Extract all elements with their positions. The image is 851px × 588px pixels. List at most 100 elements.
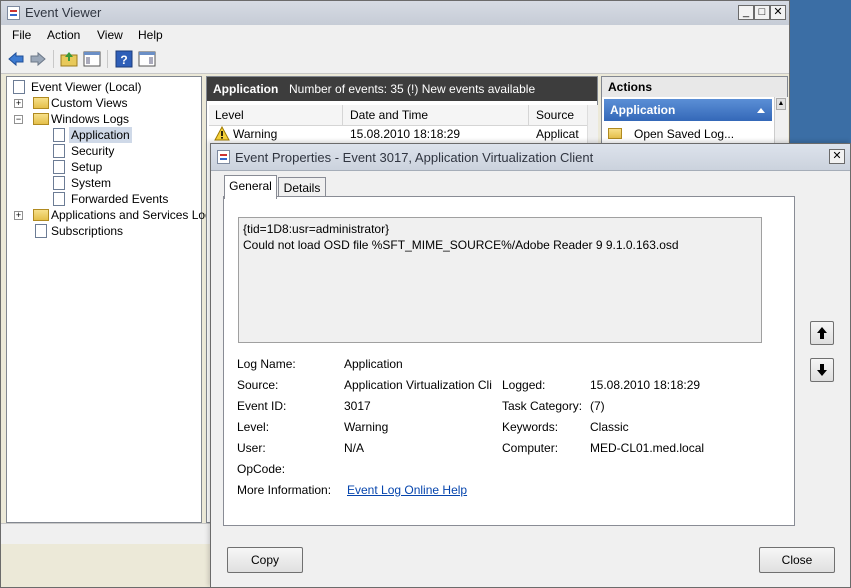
title-bar[interactable]: Event Viewer _ □ ✕ bbox=[1, 1, 789, 26]
toolbar-separator bbox=[107, 50, 108, 68]
tab-general[interactable]: General bbox=[224, 175, 277, 199]
toolbar-separator bbox=[53, 50, 54, 68]
task-category-value: (7) bbox=[590, 399, 605, 413]
user-value: N/A bbox=[344, 441, 365, 455]
tree-item-label: System bbox=[71, 176, 112, 190]
table-row[interactable]: Warning 15.08.2010 18:18:29 Applicat bbox=[209, 125, 587, 143]
column-header-date[interactable]: Date and Time bbox=[344, 105, 529, 125]
menu-view[interactable]: View bbox=[97, 28, 123, 42]
collapse-icon[interactable]: − bbox=[14, 115, 23, 124]
log-name-value: Application bbox=[344, 357, 403, 371]
keywords-value: Classic bbox=[590, 420, 629, 434]
tree-item-custom-views[interactable]: + Custom Views bbox=[11, 95, 191, 111]
folder-icon bbox=[33, 97, 49, 109]
open-folder-icon bbox=[608, 128, 622, 139]
tree-item-label: Subscriptions bbox=[51, 224, 124, 238]
column-headers: Level Date and Time Source bbox=[209, 105, 587, 126]
close-window-button[interactable]: ✕ bbox=[770, 5, 786, 20]
next-event-button[interactable] bbox=[810, 358, 834, 382]
warning-icon bbox=[214, 126, 230, 141]
row-source: Applicat bbox=[536, 127, 579, 141]
tree-item-label: Application bbox=[69, 127, 132, 143]
log-icon bbox=[53, 144, 65, 158]
actions-section-application[interactable]: Application bbox=[604, 99, 772, 121]
actions-header: Actions bbox=[602, 77, 787, 97]
subscriptions-icon bbox=[35, 224, 47, 238]
event-id-label: Event ID: bbox=[237, 399, 287, 413]
description-line-1: {tid=1D8:usr=administrator} bbox=[243, 222, 390, 236]
opcode-label: OpCode: bbox=[237, 462, 286, 476]
expand-icon[interactable]: + bbox=[14, 99, 23, 108]
maximize-button[interactable]: □ bbox=[754, 5, 770, 20]
help-icon[interactable]: ? bbox=[115, 50, 133, 68]
log-icon bbox=[53, 192, 65, 206]
source-label: Source: bbox=[237, 378, 279, 392]
back-arrow-icon[interactable] bbox=[7, 50, 25, 68]
menu-action[interactable]: Action bbox=[47, 28, 80, 42]
previous-event-button[interactable] bbox=[810, 321, 834, 345]
window-title: Event Viewer bbox=[25, 5, 102, 20]
menu-file[interactable]: File bbox=[12, 28, 31, 42]
actions-title: Actions bbox=[608, 80, 653, 94]
folder-icon bbox=[33, 209, 49, 221]
app-icon bbox=[7, 6, 20, 20]
tree-item-label: Forwarded Events bbox=[71, 192, 169, 206]
event-description[interactable]: {tid=1D8:usr=administrator} Could not lo… bbox=[238, 217, 762, 343]
user-label: User: bbox=[237, 441, 266, 455]
show-hide-tree-icon[interactable] bbox=[83, 50, 101, 68]
svg-text:?: ? bbox=[120, 53, 127, 67]
expand-icon[interactable]: + bbox=[14, 211, 23, 220]
level-value: Warning bbox=[344, 420, 389, 434]
arrow-down-icon bbox=[817, 364, 827, 376]
menu-help[interactable]: Help bbox=[138, 28, 163, 42]
tree-item-label: Event Viewer (Local) bbox=[31, 80, 142, 94]
tree-item-label: Security bbox=[71, 144, 115, 158]
log-name-label: Log Name: bbox=[237, 357, 296, 371]
menu-bar: File Action View Help bbox=[1, 25, 789, 45]
source-value: Application Virtualization Cli bbox=[344, 378, 492, 392]
console-tree: Event Viewer (Local) + Custom Views − Wi… bbox=[6, 76, 218, 523]
event-count-info: Number of events: 35 (!) New events avai… bbox=[289, 82, 536, 96]
tree-item-label: Custom Views bbox=[51, 96, 128, 110]
up-folder-icon[interactable] bbox=[60, 50, 78, 68]
column-header-level[interactable]: Level bbox=[209, 105, 343, 125]
dialog-title: Event Properties - Event 3017, Applicati… bbox=[235, 150, 594, 165]
toolbar: ? bbox=[1, 45, 789, 74]
general-tab-panel: {tid=1D8:usr=administrator} Could not lo… bbox=[223, 196, 795, 526]
vertical-scrollbar[interactable] bbox=[587, 105, 598, 145]
forward-arrow-icon[interactable] bbox=[29, 50, 47, 68]
show-action-pane-icon[interactable] bbox=[138, 50, 156, 68]
log-icon bbox=[53, 160, 65, 174]
event-viewer-icon bbox=[13, 80, 25, 94]
tree-item-windows-logs[interactable]: − Windows Logs bbox=[11, 111, 191, 127]
description-line-2: Could not load OSD file %SFT_MIME_SOURCE… bbox=[243, 238, 679, 252]
logged-label: Logged: bbox=[502, 378, 546, 392]
level-label: Level: bbox=[237, 420, 270, 434]
close-button[interactable]: Close bbox=[759, 547, 835, 573]
event-log-online-help-link[interactable]: Event Log Online Help bbox=[347, 483, 467, 497]
event-list-header: Application Number of events: 35 (!) New… bbox=[207, 77, 597, 101]
dialog-title-bar[interactable]: Event Properties - Event 3017, Applicati… bbox=[211, 144, 850, 171]
event-id-value: 3017 bbox=[344, 399, 371, 413]
collapse-up-icon[interactable] bbox=[756, 106, 766, 114]
dialog-icon bbox=[217, 150, 230, 164]
log-title: Application bbox=[213, 82, 279, 96]
computer-label: Computer: bbox=[502, 441, 559, 455]
tree-item-app-services-logs[interactable]: + Applications and Services Logs bbox=[11, 207, 218, 223]
tree-item-label: Setup bbox=[71, 160, 103, 174]
minimize-button[interactable]: _ bbox=[738, 5, 754, 20]
row-datetime: 15.08.2010 18:18:29 bbox=[350, 127, 461, 141]
arrow-up-icon bbox=[817, 327, 827, 339]
column-header-source[interactable]: Source bbox=[530, 105, 587, 125]
log-icon bbox=[53, 176, 65, 190]
logged-value: 15.08.2010 18:18:29 bbox=[590, 378, 701, 392]
computer-value: MED-CL01.med.local bbox=[590, 441, 705, 455]
action-open-saved-log[interactable]: Open Saved Log... bbox=[608, 125, 768, 143]
copy-button[interactable]: Copy bbox=[227, 547, 303, 573]
task-category-label: Task Category: bbox=[502, 399, 583, 413]
tree-item-label: Applications and Services Logs bbox=[51, 208, 218, 222]
more-info-label: More Information: bbox=[237, 483, 332, 497]
tree-item-label: Windows Logs bbox=[51, 112, 130, 126]
folder-icon bbox=[33, 113, 49, 125]
dialog-close-button[interactable]: ✕ bbox=[829, 149, 845, 164]
